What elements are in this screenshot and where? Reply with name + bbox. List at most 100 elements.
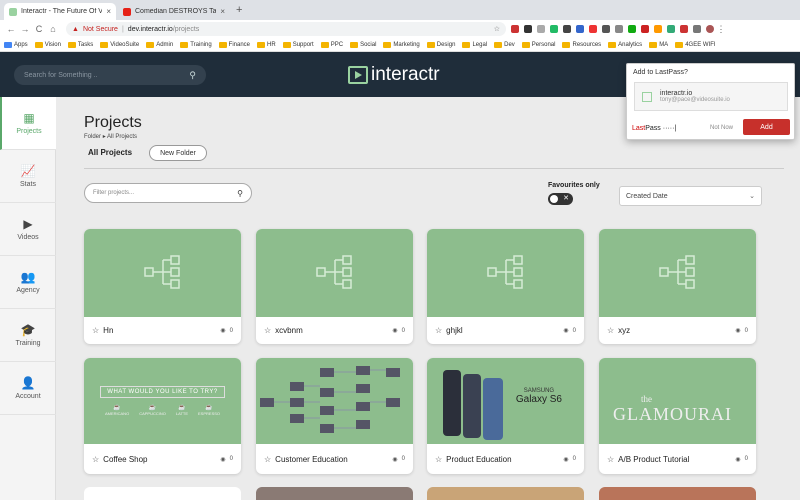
- bookmark-ppc[interactable]: PPC: [320, 41, 343, 48]
- project-thumbnail[interactable]: [256, 358, 413, 444]
- extension-icon[interactable]: [563, 25, 571, 33]
- project-card-partial[interactable]: [599, 487, 756, 500]
- project-thumbnail[interactable]: SAMSUNG Galaxy S6: [427, 358, 584, 444]
- global-search-input[interactable]: Search for Something .. ⚲: [14, 65, 206, 85]
- bookmark-marketing[interactable]: Marketing: [383, 41, 420, 48]
- extension-icon[interactable]: [511, 25, 519, 33]
- extension-icon[interactable]: [641, 25, 649, 33]
- bookmark-vision[interactable]: Vision: [34, 41, 61, 48]
- extension-icon[interactable]: [654, 25, 662, 33]
- bookmark-analytics[interactable]: Analytics: [608, 41, 642, 48]
- bookmark-personal[interactable]: Personal: [521, 41, 555, 48]
- close-tab-icon[interactable]: ×: [106, 7, 111, 16]
- bookmark-ma[interactable]: MA: [649, 41, 668, 48]
- project-thumbnail[interactable]: WHAT WOULD YOU LIKE TO TRY? ☕ AMERICANO ☕ CA…: [84, 358, 241, 444]
- bookmark-training[interactable]: Training: [180, 41, 212, 48]
- bookmark-dev[interactable]: Dev: [494, 41, 515, 48]
- project-card[interactable]: WHAT WOULD YOU LIKE TO TRY? ☕ AMERICANO ☕ CA…: [84, 358, 241, 474]
- project-title[interactable]: A/B Product Tutorial: [618, 455, 735, 464]
- bookmark-hr[interactable]: HR: [257, 41, 276, 48]
- bookmark-apps[interactable]: Apps: [4, 41, 28, 48]
- extension-icon[interactable]: [589, 25, 597, 33]
- extension-icon[interactable]: [576, 25, 584, 33]
- breadcrumb-root[interactable]: Folder: [84, 134, 101, 140]
- project-title[interactable]: ghjkl: [446, 326, 563, 335]
- project-card[interactable]: ☆ xyz ◉ 0: [599, 229, 756, 344]
- extension-icon[interactable]: [602, 25, 610, 33]
- extension-icon[interactable]: [550, 25, 558, 33]
- sort-select[interactable]: Created Date ⌄: [619, 186, 762, 206]
- reload-icon[interactable]: C: [32, 24, 46, 34]
- project-thumbnail[interactable]: [84, 229, 241, 317]
- filter-projects-input[interactable]: Filter projects... ⚲: [84, 183, 252, 203]
- extension-icon[interactable]: [628, 25, 636, 33]
- project-card[interactable]: the GLAMOURAI ☆ A/B Product Tutorial ◉ 0: [599, 358, 756, 474]
- project-card-partial[interactable]: [84, 487, 241, 500]
- browser-tab[interactable]: Comedian DESTROYS Table s ×: [118, 3, 230, 20]
- favourite-star-icon[interactable]: ☆: [264, 326, 271, 335]
- project-card-partial[interactable]: [427, 487, 584, 500]
- bookmark-tasks[interactable]: Tasks: [67, 41, 93, 48]
- search-icon[interactable]: ⚲: [189, 70, 196, 81]
- favourite-star-icon[interactable]: ☆: [435, 455, 442, 464]
- project-title[interactable]: Coffee Shop: [103, 455, 220, 464]
- sidebar-item-training[interactable]: 🎓 Training: [0, 309, 56, 362]
- extension-icon[interactable]: [524, 25, 532, 33]
- favourite-star-icon[interactable]: ☆: [264, 455, 271, 464]
- back-icon[interactable]: ←: [4, 24, 18, 34]
- address-bar[interactable]: ▲ Not Secure | dev.interactr.io /project…: [66, 22, 506, 36]
- bookmark-legal[interactable]: Legal: [462, 41, 487, 48]
- profile-avatar[interactable]: [706, 25, 714, 33]
- sidebar-item-agency[interactable]: 👥 Agency: [0, 256, 56, 309]
- sidebar-item-projects[interactable]: ▦ Projects: [0, 97, 56, 150]
- favourite-star-icon[interactable]: ☆: [92, 326, 99, 335]
- project-card[interactable]: ☆ Customer Education ◉ 0: [256, 358, 413, 474]
- new-folder-button[interactable]: New Folder: [149, 145, 207, 161]
- favourite-star-icon[interactable]: ☆: [607, 455, 614, 464]
- extension-icon[interactable]: [667, 25, 675, 33]
- bookmark-resources[interactable]: Resources: [562, 41, 601, 48]
- sidebar-item-account[interactable]: 👤 Account: [0, 362, 56, 415]
- project-title[interactable]: Customer Education: [275, 455, 392, 464]
- project-card[interactable]: ☆ xcvbnm ◉ 0: [256, 229, 413, 344]
- browser-tab-active[interactable]: Interactr - The Future Of Video ×: [4, 3, 116, 20]
- favourite-star-icon[interactable]: ☆: [435, 326, 442, 335]
- project-card[interactable]: SAMSUNG Galaxy S6 ☆ Product Education ◉ 0: [427, 358, 584, 474]
- extension-icon[interactable]: [615, 25, 623, 33]
- project-title[interactable]: Product Education: [446, 455, 563, 464]
- project-thumbnail[interactable]: [427, 229, 584, 317]
- forward-icon[interactable]: →: [18, 24, 32, 34]
- project-title[interactable]: xyz: [618, 326, 735, 335]
- extension-icon[interactable]: [680, 25, 688, 33]
- project-thumbnail[interactable]: [599, 229, 756, 317]
- favourite-star-icon[interactable]: ☆: [92, 455, 99, 464]
- project-card-partial[interactable]: [256, 487, 413, 500]
- sidebar-item-stats[interactable]: 📈 Stats: [0, 150, 56, 203]
- favourites-toggle[interactable]: ✕: [548, 193, 573, 205]
- bookmark-finance[interactable]: Finance: [218, 41, 250, 48]
- project-thumbnail[interactable]: [256, 229, 413, 317]
- bookmark-social[interactable]: Social: [350, 41, 376, 48]
- add-button[interactable]: Add: [743, 119, 790, 135]
- project-card[interactable]: ☆ Hn ◉ 0: [84, 229, 241, 344]
- bookmark-design[interactable]: Design: [426, 41, 455, 48]
- close-tab-icon[interactable]: ×: [220, 7, 225, 16]
- bookmark-admin[interactable]: Admin: [146, 41, 173, 48]
- favourite-star-icon[interactable]: ☆: [607, 326, 614, 335]
- bookmark-star-icon[interactable]: ☆: [494, 25, 500, 33]
- project-title[interactable]: Hn: [103, 326, 220, 335]
- lastpass-account[interactable]: interactr.io tony@pace@videosuite.io: [634, 82, 788, 111]
- not-now-button[interactable]: Not Now: [710, 125, 733, 131]
- sidebar-item-videos[interactable]: ▶ Videos: [0, 203, 56, 256]
- project-thumbnail[interactable]: the GLAMOURAI: [599, 358, 756, 444]
- browser-menu-icon[interactable]: ⋮: [714, 24, 728, 35]
- project-title[interactable]: xcvbnm: [275, 326, 392, 335]
- new-tab-button[interactable]: +: [236, 4, 242, 16]
- bookmark-4gee-wifi[interactable]: 4GEE WIFI: [675, 41, 716, 48]
- app-logo[interactable]: interactr: [348, 64, 440, 86]
- bookmark-videosuite[interactable]: VideoSuite: [100, 41, 139, 48]
- all-projects-tab[interactable]: All Projects: [88, 148, 132, 157]
- extension-icon[interactable]: [537, 25, 545, 33]
- extension-icon[interactable]: [693, 25, 701, 33]
- bookmark-support[interactable]: Support: [282, 41, 314, 48]
